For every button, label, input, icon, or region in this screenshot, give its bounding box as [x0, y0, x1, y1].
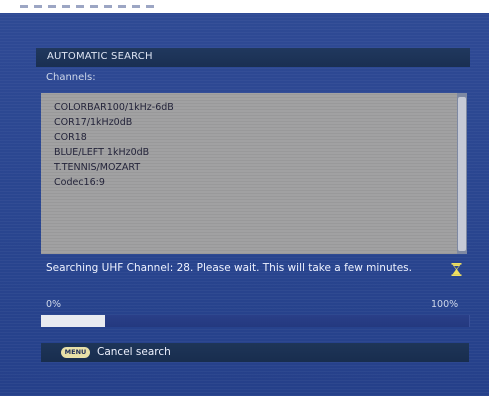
footer-bar: MENU Cancel search	[41, 343, 469, 362]
list-item[interactable]: COR18	[54, 130, 174, 145]
channel-list[interactable]: COLORBAR100/1kHz-6dB COR17/1kHz0dB COR18…	[41, 93, 457, 254]
channel-list-items: COLORBAR100/1kHz-6dB COR17/1kHz0dB COR18…	[54, 100, 174, 190]
list-item[interactable]: T.TENNIS/MOZART	[54, 160, 174, 175]
cancel-search-button[interactable]: Cancel search	[97, 346, 171, 358]
search-status-text: Searching UHF Channel: 28. Please wait. …	[46, 262, 412, 274]
search-progress-bar	[41, 315, 470, 327]
list-item[interactable]: COLORBAR100/1kHz-6dB	[54, 100, 174, 115]
hourglass-icon	[451, 263, 462, 276]
channels-label: Channels:	[46, 72, 96, 83]
top-decoration	[20, 5, 160, 8]
progress-fill	[41, 315, 106, 327]
list-item[interactable]: COR17/1kHz0dB	[54, 115, 174, 130]
list-item[interactable]: Codec16:9	[54, 175, 174, 190]
progress-start-label: 0%	[46, 299, 62, 310]
dialog-title: AUTOMATIC SEARCH	[47, 51, 153, 62]
scrollbar-thumb[interactable]	[458, 97, 466, 251]
top-strip	[0, 0, 489, 13]
menu-key-icon[interactable]: MENU	[61, 347, 90, 358]
list-item[interactable]: BLUE/LEFT 1kHz0dB	[54, 145, 174, 160]
dialog-title-bar: AUTOMATIC SEARCH	[36, 48, 470, 67]
progress-end-label: 100%	[431, 299, 459, 310]
